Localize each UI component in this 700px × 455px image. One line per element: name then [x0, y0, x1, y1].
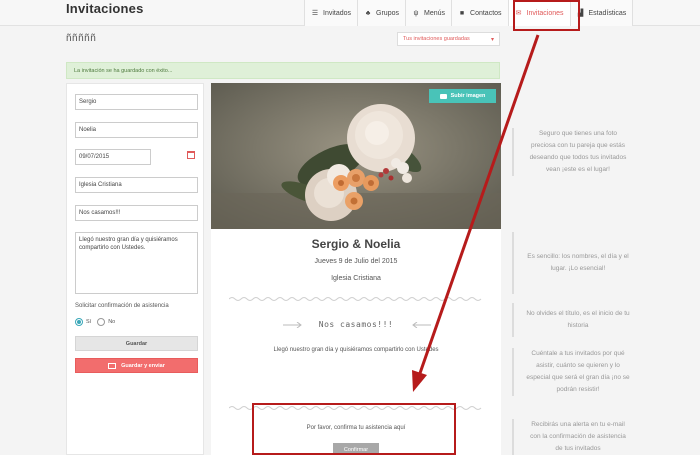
nav-label: Contactos	[470, 9, 502, 17]
date-input[interactable]: 09/07/2015	[75, 149, 151, 165]
radio-no-label: No	[108, 319, 116, 325]
tip-basics: Es sencillo: los nombres, el día y el lu…	[512, 232, 630, 294]
upload-image-label: Subir imagen	[450, 93, 486, 99]
nav-label: Estadísticas	[588, 9, 627, 17]
tip-title-text: No olvides el título, es el inicio de tu…	[526, 310, 630, 329]
message-textarea[interactable]: Llegó nuestro gran día y quisiéramos com…	[75, 232, 198, 294]
tip-message: Cuéntale a tus invitados por qué asistir…	[512, 348, 630, 396]
title-input[interactable]: Nos casamos!!!	[75, 205, 198, 221]
nav-label: Invitados	[323, 9, 352, 17]
invitation-title: Nos casamos!!!	[318, 320, 394, 329]
couple-photo: Subir imagen	[211, 83, 501, 229]
bride-name-input[interactable]: Noelia	[75, 122, 198, 138]
envelope-icon	[108, 362, 117, 369]
place-input[interactable]: Iglesia Cristiana	[75, 177, 198, 193]
nav-menus[interactable]: ψ Menús	[405, 0, 452, 26]
tip-basics-text: Es sencillo: los nombres, el día y el lu…	[527, 253, 629, 272]
nav-label: Menús	[424, 9, 446, 17]
radio-yes-label: Sí	[86, 319, 92, 325]
tip-photo: Seguro que tienes una foto preciosa con …	[512, 128, 630, 176]
nav-invitados[interactable]: ☰ Invitados	[304, 0, 358, 26]
radio-yes[interactable]	[75, 318, 83, 326]
highlight-box-invitaciones	[513, 0, 580, 31]
page-title: ñññññ	[66, 33, 97, 44]
groom-name-input[interactable]: Sergio	[75, 94, 198, 110]
saved-select-label: Tus invitaciones guardadas	[403, 36, 470, 42]
invitation-preview: Subir imagen Sergio & Noelia Jueves 9 de…	[211, 83, 501, 455]
couple-names: Sergio & Noelia	[311, 237, 401, 251]
invitation-title-row: Nos casamos!!!	[211, 318, 501, 332]
wedding-date: Jueves 9 de Julio del 2015	[314, 258, 398, 265]
upload-image-button[interactable]: Subir imagen	[429, 89, 496, 103]
arrow-left-icon	[412, 322, 431, 328]
highlight-box-confirm	[252, 403, 456, 455]
confirm-attendance-label: Solicitar confirmación de asistencia	[75, 303, 169, 309]
list-icon: ☰	[311, 9, 319, 17]
save-and-send-button[interactable]: Guardar y enviar	[75, 358, 198, 373]
cutlery-icon: ψ	[413, 9, 419, 17]
nav-grupos[interactable]: ♣ Grupos	[357, 0, 405, 26]
sitemap-icon: ♣	[365, 9, 371, 17]
camera-icon	[439, 93, 447, 99]
wavy-divider	[229, 297, 482, 301]
app-title[interactable]: Invitaciones	[66, 1, 144, 16]
save-send-label: Guardar y enviar	[121, 362, 165, 369]
nav-contactos[interactable]: ■ Contactos	[451, 0, 508, 26]
calendar-icon[interactable]	[187, 151, 195, 159]
radio-no[interactable]	[97, 318, 106, 326]
wedding-venue: Iglesia Cristiana	[331, 275, 381, 282]
tip-title: No olvides el título, es el inicio de tu…	[512, 303, 630, 337]
top-bar: Invitaciones ☰ Invitados ♣ Grupos ψ Menú…	[0, 0, 700, 26]
confirm-radio-group: Sí No	[75, 318, 115, 326]
main-nav: ☰ Invitados ♣ Grupos ψ Menús ■ Contactos…	[304, 0, 634, 26]
flower-bouquet-image	[211, 83, 501, 229]
book-icon: ■	[459, 9, 465, 17]
nav-label: Grupos	[376, 9, 399, 17]
save-button[interactable]: Guardar	[75, 336, 198, 351]
saved-invitations-select[interactable]: Tus invitaciones guardadas ▾	[397, 32, 500, 46]
invitation-form: Sergio Noelia 09/07/2015 Iglesia Cristia…	[66, 83, 204, 455]
success-alert: La invitación se ha guardado con éxito..…	[66, 62, 500, 79]
invitation-message: Llegó nuestro gran día y quisiéramos com…	[273, 347, 439, 353]
chevron-down-icon: ▾	[490, 37, 494, 43]
tip-confirmation: Recibirás una alerta en tu e-mail con la…	[512, 419, 630, 455]
